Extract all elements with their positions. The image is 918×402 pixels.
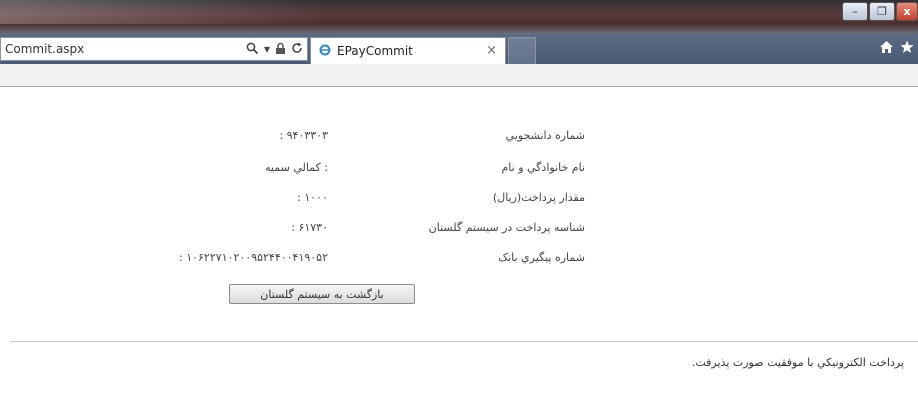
tracking-number-label: شماره پيگيري بانک bbox=[498, 251, 585, 264]
student-number-value: ۹۴۰۳۳۰۳ : bbox=[279, 129, 328, 142]
receipt-row-tracking-number: شماره پيگيري بانک ۱۰۶۲۲۷۱۰۲۰۰۹۵۲۴۴۰۰۴۱۹۰… bbox=[0, 251, 918, 269]
minimize-button[interactable]: – bbox=[842, 2, 868, 21]
receipt-row-student-number: شماره دانشجويي ۹۴۰۳۳۰۳ : bbox=[0, 129, 918, 147]
payment-success-message: پرداخت الکترونيکي با موفقيت صورت پذيرفت. bbox=[691, 356, 904, 369]
command-bar bbox=[0, 64, 918, 87]
star-icon[interactable] bbox=[900, 40, 914, 58]
new-tab-button[interactable] bbox=[508, 37, 536, 64]
return-to-golestan-button[interactable]: بازگشت به سيستم گلستان bbox=[229, 284, 415, 304]
refresh-icon[interactable] bbox=[291, 42, 303, 58]
receipt-row-full-name: نام خانوادگي و نام : کمالي سميه bbox=[0, 161, 918, 179]
lock-icon[interactable] bbox=[275, 42, 286, 58]
full-name-label: نام خانوادگي و نام bbox=[501, 161, 585, 174]
tracking-number-value: ۱۰۶۲۲۷۱۰۲۰۰۹۵۲۴۴۰۰۴۱۹۰۵۲ : bbox=[179, 251, 328, 264]
payment-id-value: ۶۱۷۳۰ : bbox=[291, 221, 328, 234]
receipt-row-amount: مقدار پرداخت(ريال) ۱۰۰۰ : bbox=[0, 191, 918, 209]
dropdown-arrow-icon[interactable]: ▾ bbox=[264, 42, 270, 58]
address-bar-icons: ▾ bbox=[246, 42, 303, 58]
tab-title: EPayCommit bbox=[337, 44, 413, 58]
ie-page-icon bbox=[319, 44, 331, 59]
payment-id-label: شناسه پرداخت در سيستم گلستان bbox=[428, 221, 585, 234]
address-bar[interactable]: Commit.aspx ▾ bbox=[0, 37, 308, 61]
browser-toolbar: Commit.aspx ▾ EPayCommit × bbox=[0, 34, 918, 64]
tab-close-button[interactable]: × bbox=[486, 43, 497, 58]
window-controls: – ❐ x bbox=[841, 2, 918, 21]
window-titlebar: – ❐ x bbox=[0, 0, 918, 34]
tab-epaycommit[interactable]: EPayCommit × bbox=[310, 37, 506, 64]
content-divider bbox=[10, 341, 918, 342]
maximize-button[interactable]: ❐ bbox=[869, 2, 895, 21]
full-name-value: : کمالي سميه bbox=[265, 161, 328, 174]
amount-value: ۱۰۰۰ : bbox=[297, 191, 328, 204]
search-icon[interactable] bbox=[246, 42, 259, 58]
address-url[interactable]: Commit.aspx bbox=[5, 42, 84, 56]
student-number-label: شماره دانشجويي bbox=[505, 129, 585, 142]
browser-toolbar-icons bbox=[879, 40, 914, 58]
page-content: شماره دانشجويي ۹۴۰۳۳۰۳ : نام خانوادگي و … bbox=[0, 87, 918, 402]
home-icon[interactable] bbox=[879, 40, 894, 58]
close-window-button[interactable]: x bbox=[896, 2, 918, 21]
titlebar-glow bbox=[0, 0, 330, 24]
amount-label: مقدار پرداخت(ريال) bbox=[492, 191, 585, 204]
receipt-row-payment-id: شناسه پرداخت در سيستم گلستان ۶۱۷۳۰ : bbox=[0, 221, 918, 239]
